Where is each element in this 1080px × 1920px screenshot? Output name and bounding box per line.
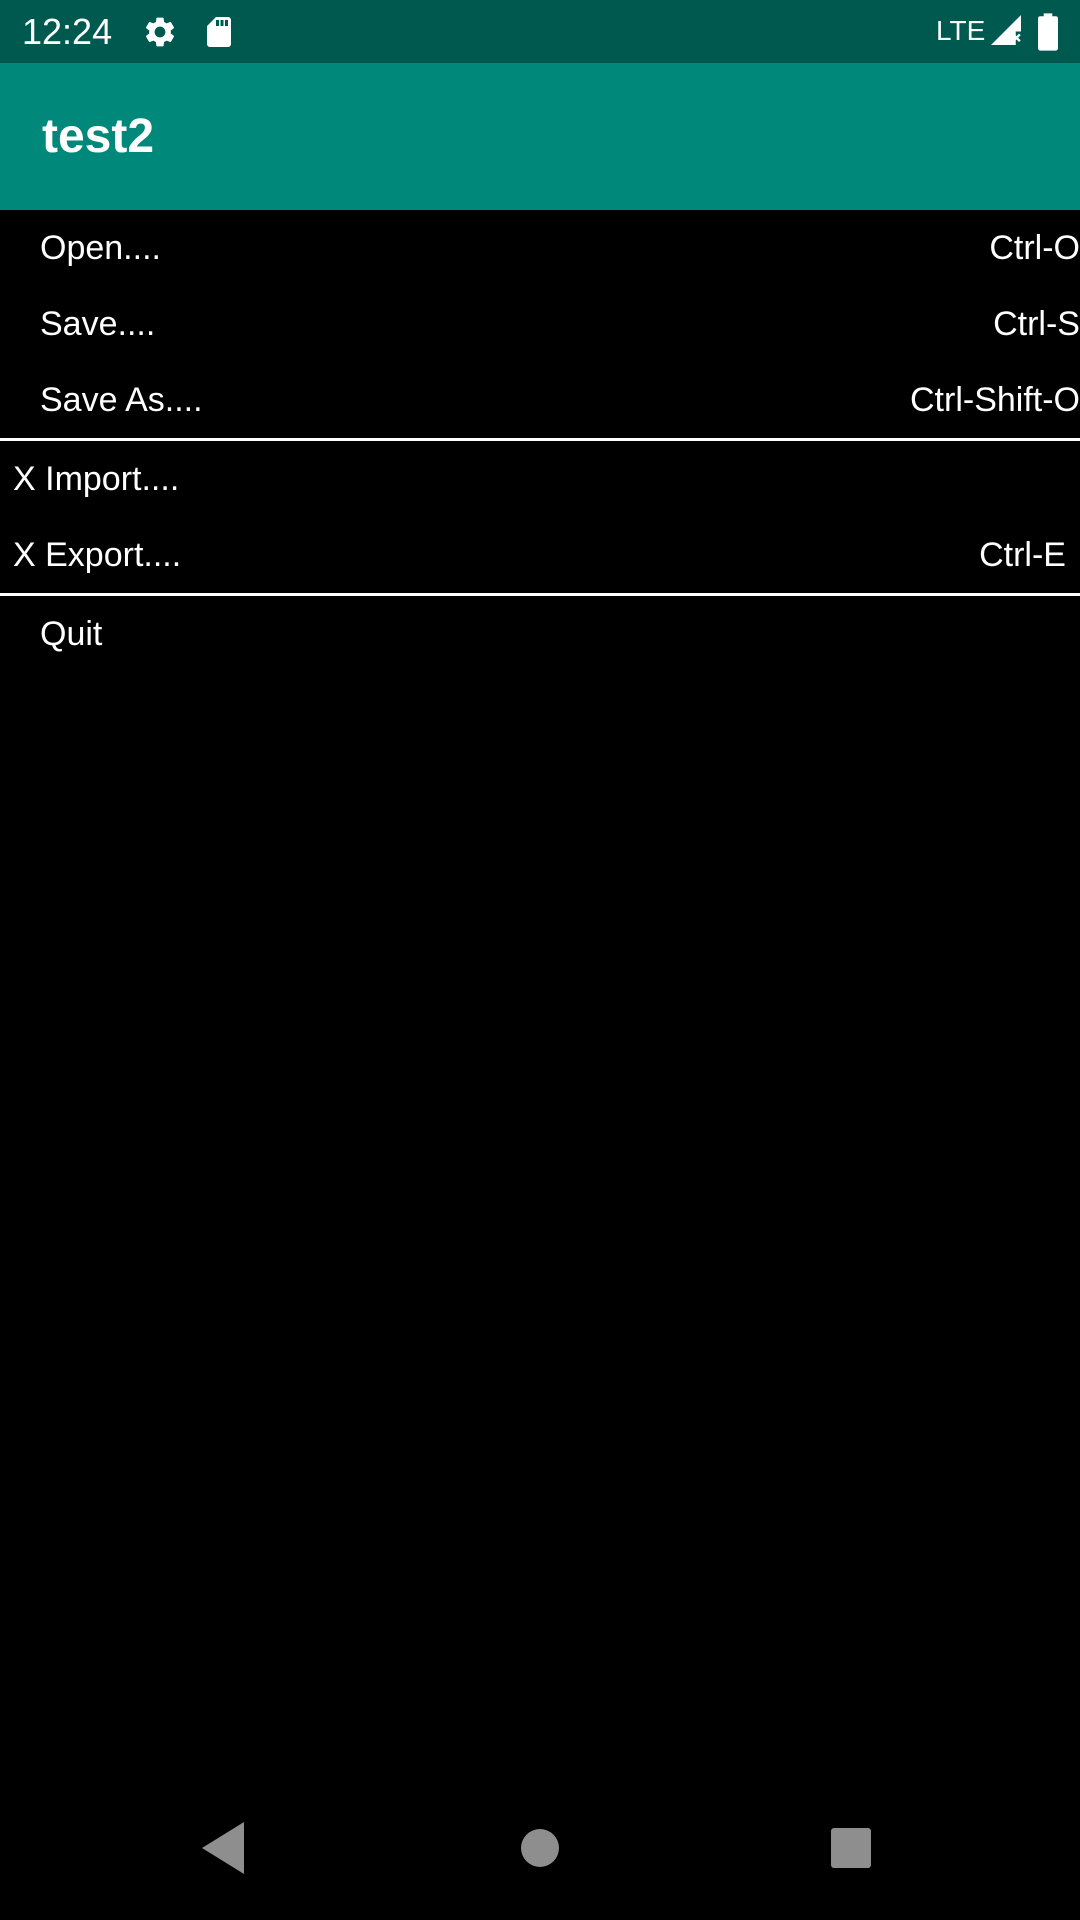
status-bar: 12:24 LTE <box>0 0 1080 63</box>
menu-item-export[interactable]: X Export.... Ctrl-E <box>0 517 1080 593</box>
navigation-bar <box>0 1776 1080 1920</box>
recents-square-icon[interactable] <box>813 1810 889 1886</box>
menu-item-label: Save.... <box>40 305 156 343</box>
status-time: 12:24 <box>22 11 113 52</box>
menu-item-shortcut: Ctrl-S <box>993 305 1080 343</box>
menu-item-import[interactable]: X Import.... <box>0 441 1080 517</box>
menu-item-shortcut: Ctrl-Shift-O <box>910 381 1080 419</box>
file-menu: Open.... Ctrl-O Save.... Ctrl-S Save As.… <box>0 210 1080 672</box>
menu-item-save-as[interactable]: Save As.... Ctrl-Shift-O <box>0 362 1080 438</box>
screen: 12:24 LTE test2 Open.... Ctrl-O Save....… <box>0 0 1080 1920</box>
app-title: test2 <box>42 110 155 163</box>
sd-card-icon <box>207 17 231 47</box>
menu-item-quit[interactable]: Quit <box>0 596 1080 672</box>
battery-full-icon <box>1038 13 1058 51</box>
settings-gear-icon <box>145 17 175 47</box>
menu-item-label: X Import.... <box>13 460 180 498</box>
menu-item-save[interactable]: Save.... Ctrl-S <box>0 286 1080 362</box>
app-bar: test2 <box>0 63 1080 210</box>
menu-item-shortcut: Ctrl-O <box>989 229 1080 267</box>
signal-no-data-icon <box>991 15 1021 45</box>
home-circle-icon[interactable] <box>502 1810 578 1886</box>
menu-item-label: Open.... <box>40 229 161 267</box>
menu-item-label: Save As.... <box>40 381 203 419</box>
back-triangle-icon[interactable] <box>188 1810 264 1886</box>
menu-item-label: Quit <box>40 615 103 653</box>
network-type-label: LTE <box>936 15 986 46</box>
menu-item-shortcut: Ctrl-E <box>979 536 1066 574</box>
menu-item-open[interactable]: Open.... Ctrl-O <box>0 210 1080 286</box>
menu-item-label: X Export.... <box>13 536 182 574</box>
